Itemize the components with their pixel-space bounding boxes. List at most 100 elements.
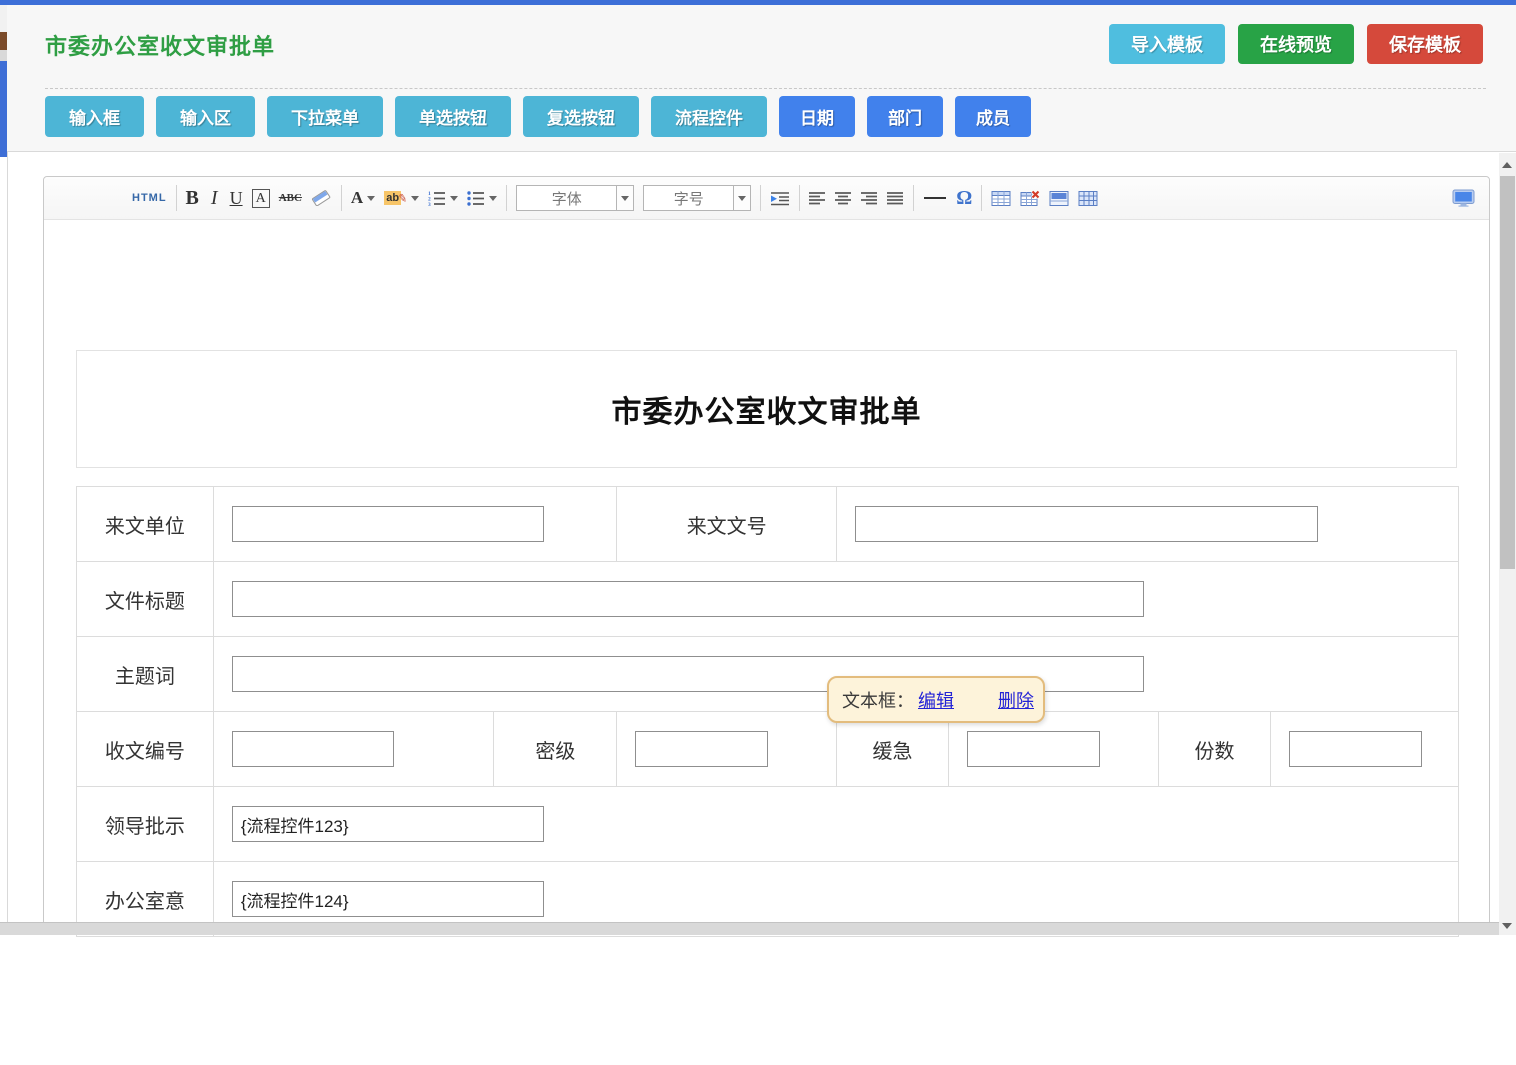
table-cell: [213, 712, 494, 787]
table-cell: [837, 487, 1459, 562]
richtext-editor: HTML B I U A ABC A ab✎ 123 字体 字号: [43, 176, 1490, 935]
font-size-dropdown-icon[interactable]: [733, 186, 750, 210]
horizontal-rule-icon[interactable]: [923, 184, 947, 212]
highlight-color-icon[interactable]: ab✎: [384, 184, 419, 212]
document-title-box: 市委办公室收文审批单: [76, 350, 1457, 468]
char-border-icon[interactable]: A: [252, 189, 270, 208]
font-size-select[interactable]: 字号: [643, 185, 751, 211]
toolbox-flow-control-button[interactable]: 流程控件: [651, 96, 767, 137]
unordered-list-icon[interactable]: [467, 184, 497, 212]
leader-comment-input[interactable]: [232, 806, 544, 842]
align-center-icon[interactable]: [835, 184, 852, 212]
scroll-up-icon[interactable]: [1502, 162, 1512, 168]
left-fragment-light: [0, 50, 7, 61]
left-edge-divider-lower: [7, 147, 8, 930]
secrecy-input[interactable]: [635, 731, 768, 767]
office-opinion-input[interactable]: [232, 881, 544, 917]
font-family-dropdown-icon[interactable]: [616, 186, 633, 210]
table-row: 收文编号 密级 缓急 份数: [77, 712, 1459, 787]
toolbox-radio-button[interactable]: 单选按钮: [395, 96, 511, 137]
strikethrough-icon[interactable]: ABC: [279, 184, 302, 212]
horizontal-scrollbar[interactable]: [0, 922, 1499, 935]
source-unit-input[interactable]: [232, 506, 544, 542]
indent-icon[interactable]: [770, 184, 790, 212]
toolbar-separator: [799, 185, 800, 211]
table-row-props-icon[interactable]: [1049, 184, 1069, 212]
toolbox-textarea-button[interactable]: 输入区: [156, 96, 255, 137]
copies-input[interactable]: [1289, 731, 1422, 767]
font-family-select[interactable]: 字体: [516, 185, 634, 211]
header-divider: [45, 88, 1486, 89]
table-row: 主题词: [77, 637, 1459, 712]
tooltip-delete-link[interactable]: 删除: [998, 687, 1034, 713]
control-tooltip: 文本框： 编辑 删除: [827, 676, 1045, 723]
table-cell: [1271, 712, 1459, 787]
tooltip-edit-link[interactable]: 编辑: [918, 687, 954, 713]
left-fragment-blue: [0, 61, 7, 157]
field-label-secrecy: 密级: [494, 712, 617, 787]
table-cell: [617, 712, 837, 787]
import-template-button[interactable]: 导入模板: [1109, 24, 1225, 64]
editor-content[interactable]: 市委办公室收文审批单 来文单位 来文文号 文件标题: [44, 350, 1489, 1065]
toolbar-separator: [760, 185, 761, 211]
field-label-doc-title: 文件标题: [77, 562, 214, 637]
component-toolbox: 输入框 输入区 下拉菜单 单选按钮 复选按钮 流程控件 日期 部门 成员: [45, 96, 1031, 137]
toolbar-separator: [341, 185, 342, 211]
header-action-buttons: 导入模板 在线预览 保存模板: [1109, 24, 1483, 64]
underline-icon[interactable]: U: [230, 184, 243, 212]
fullscreen-icon[interactable]: [1452, 184, 1475, 212]
eraser-icon[interactable]: [311, 184, 332, 212]
field-label-keywords: 主题词: [77, 637, 214, 712]
field-label-doc-number: 来文文号: [617, 487, 837, 562]
left-fragment-white: [0, 157, 7, 935]
delete-table-icon[interactable]: [1020, 184, 1040, 212]
page-title: 市委办公室收文审批单: [45, 29, 275, 61]
document-title: 市委办公室收文审批单: [612, 387, 922, 431]
save-template-button[interactable]: 保存模板: [1367, 24, 1483, 64]
ordered-list-icon[interactable]: 123: [428, 184, 458, 212]
toolbox-member-button[interactable]: 成员: [955, 96, 1031, 137]
align-justify-icon[interactable]: [887, 184, 904, 212]
field-label-copies: 份数: [1159, 712, 1271, 787]
scroll-down-icon[interactable]: [1502, 923, 1512, 929]
vertical-scrollbar[interactable]: [1499, 153, 1516, 935]
svg-text:3: 3: [428, 202, 431, 206]
toolbox-dropdown-button[interactable]: 下拉菜单: [267, 96, 383, 137]
browser-top-bar: [0, 0, 1516, 5]
doc-title-input[interactable]: [232, 581, 1144, 617]
left-fragment-gray: [0, 5, 7, 32]
table-row: 领导批示: [77, 787, 1459, 862]
table-cell-props-icon[interactable]: [1078, 184, 1098, 212]
align-left-icon[interactable]: [809, 184, 826, 212]
receipt-number-input[interactable]: [232, 731, 394, 767]
online-preview-button[interactable]: 在线预览: [1238, 24, 1354, 64]
urgency-input[interactable]: [967, 731, 1100, 767]
toolbox-date-button[interactable]: 日期: [779, 96, 855, 137]
table-row: 文件标题: [77, 562, 1459, 637]
doc-number-input[interactable]: [855, 506, 1318, 542]
page-header: 市委办公室收文审批单 导入模板 在线预览 保存模板 输入框 输入区 下拉菜单 单…: [7, 5, 1516, 152]
font-color-icon[interactable]: A: [351, 184, 375, 212]
align-right-icon[interactable]: [861, 184, 878, 212]
document-form-table: 来文单位 来文文号 文件标题 主题词: [76, 486, 1459, 937]
tooltip-label: 文本框：: [842, 687, 914, 713]
source-code-icon[interactable]: HTML: [132, 184, 167, 212]
vertical-scrollbar-thumb[interactable]: [1500, 176, 1515, 569]
insert-table-icon[interactable]: [991, 184, 1011, 212]
left-edge-fragment: [0, 5, 7, 935]
bold-icon[interactable]: B: [186, 184, 199, 212]
toolbar-separator: [913, 185, 914, 211]
table-cell: [213, 562, 1458, 637]
left-fragment-brown: [0, 32, 7, 50]
toolbox-input-box-button[interactable]: 输入框: [45, 96, 144, 137]
toolbox-department-button[interactable]: 部门: [867, 96, 943, 137]
table-row: 来文单位 来文文号: [77, 487, 1459, 562]
special-char-icon[interactable]: Ω: [956, 184, 972, 212]
table-cell: [213, 787, 1458, 862]
editor-toolbar: HTML B I U A ABC A ab✎ 123 字体 字号: [44, 177, 1489, 220]
field-label-leader-comment: 领导批示: [77, 787, 214, 862]
italic-icon[interactable]: I: [208, 184, 221, 212]
table-cell: [213, 487, 617, 562]
toolbox-checkbox-button[interactable]: 复选按钮: [523, 96, 639, 137]
field-label-source-unit: 来文单位: [77, 487, 214, 562]
